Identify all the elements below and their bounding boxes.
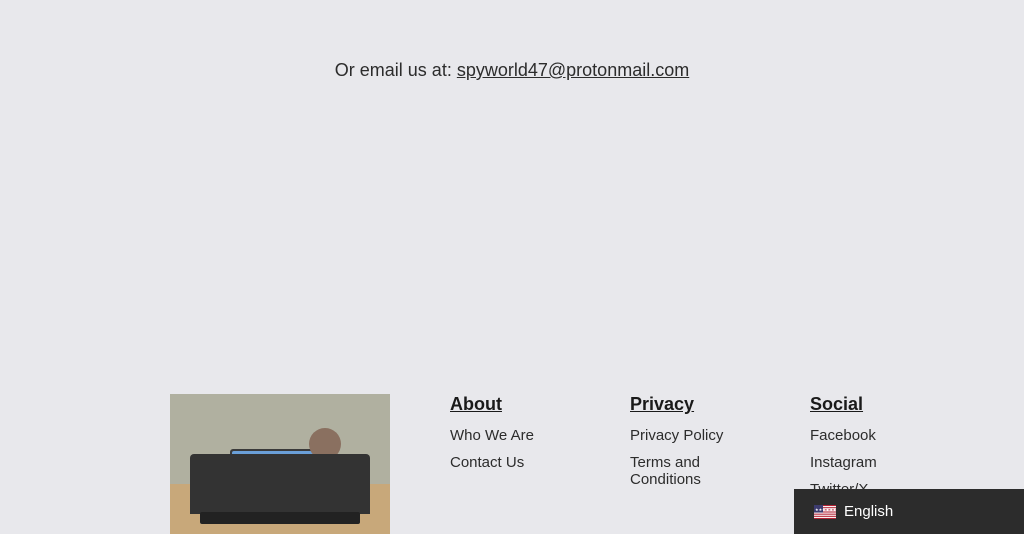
email-section: Or email us at: spyworld47@protonmail.co… <box>335 60 689 81</box>
privacy-policy-link[interactable]: Privacy Policy <box>630 427 750 444</box>
email-link[interactable]: spyworld47@protonmail.com <box>457 60 689 80</box>
privacy-heading: Privacy <box>630 394 750 415</box>
terms-conditions-link[interactable]: Terms and Conditions <box>630 454 750 488</box>
who-we-are-link[interactable]: Who We Are <box>450 427 570 444</box>
facebook-link[interactable]: Facebook <box>810 427 930 444</box>
footer-image <box>170 394 390 534</box>
instagram-link[interactable]: Instagram <box>810 454 930 471</box>
social-heading: Social <box>810 394 930 415</box>
footer-col-about: About Who We Are Contact Us <box>450 394 570 481</box>
about-heading: About <box>450 394 570 415</box>
footer-image-placeholder <box>170 394 390 534</box>
email-label: Or email us at: <box>335 60 452 80</box>
svg-text:★★★★★★: ★★★★★★ <box>815 507 836 512</box>
language-switcher[interactable]: ★★★★★★ English <box>794 489 1024 534</box>
contact-us-link[interactable]: Contact Us <box>450 454 570 471</box>
footer-col-privacy: Privacy Privacy Policy Terms and Conditi… <box>630 394 750 498</box>
main-content: Or email us at: spyworld47@protonmail.co… <box>0 0 1024 81</box>
flag-icon: ★★★★★★ <box>814 505 836 519</box>
language-label: English <box>844 503 893 520</box>
